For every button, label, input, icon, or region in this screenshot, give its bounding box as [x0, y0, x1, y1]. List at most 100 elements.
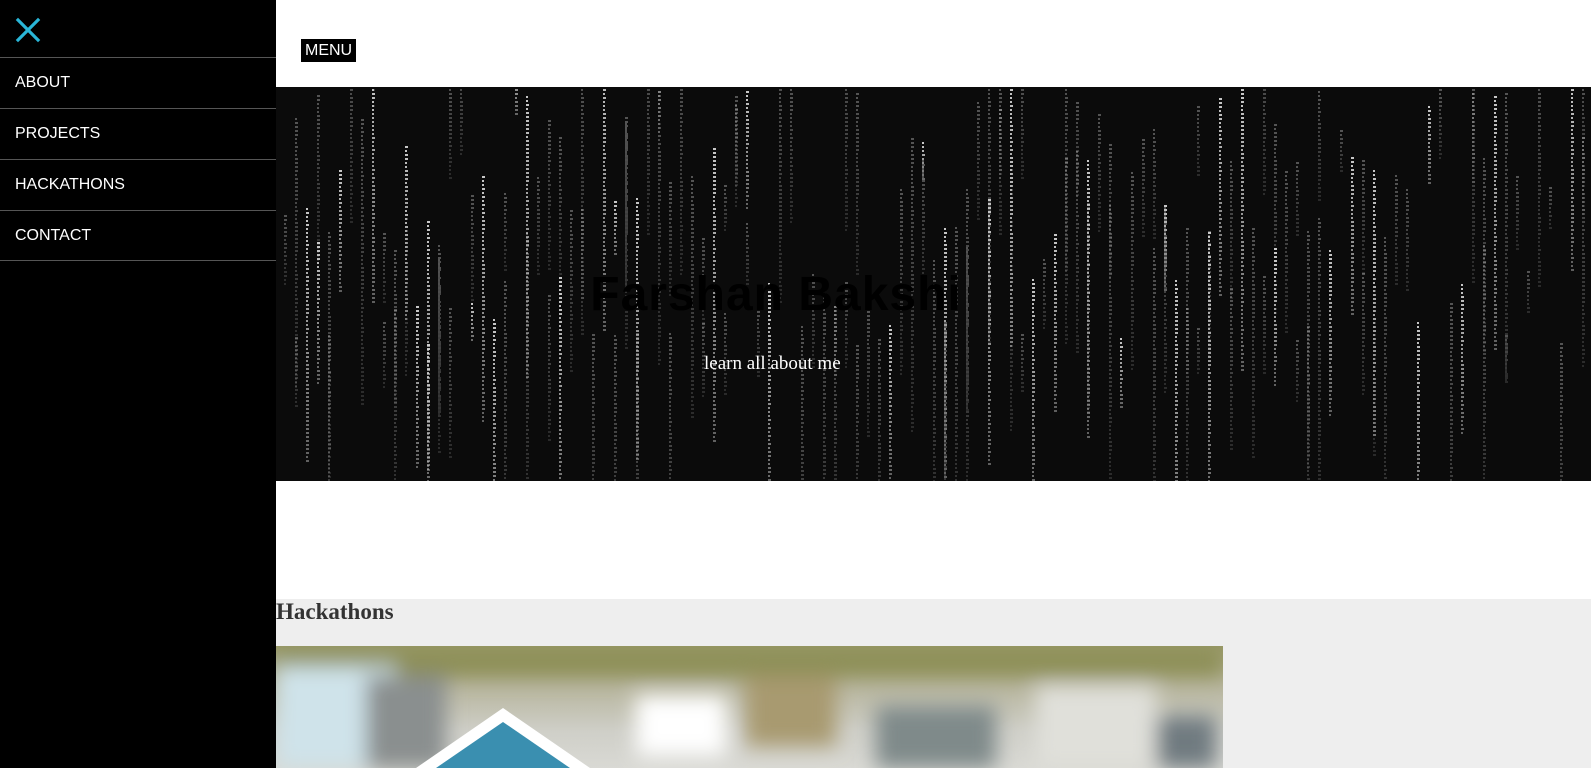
code-streak [1241, 89, 1244, 371]
sidebar: ABOUT PROJECTS HACKATHONS CONTACT [0, 0, 276, 768]
code-streak [306, 208, 309, 462]
code-streak [1197, 328, 1200, 374]
sidebar-nav: ABOUT PROJECTS HACKATHONS CONTACT [0, 57, 276, 261]
code-streak [504, 193, 507, 271]
code-streak [845, 89, 848, 231]
code-streak [537, 177, 540, 275]
code-streak [328, 335, 331, 481]
code-streak [614, 201, 617, 255]
code-streak [548, 120, 551, 270]
code-streak [1516, 176, 1519, 250]
code-streak [1340, 130, 1343, 172]
code-streak [1362, 160, 1365, 274]
sidebar-item-hackathons[interactable]: HACKATHONS [0, 159, 276, 210]
code-streak [1186, 228, 1189, 481]
sidebar-item-about[interactable]: ABOUT [0, 57, 276, 108]
code-streak [801, 326, 804, 480]
code-streak [1120, 338, 1123, 408]
code-streak [647, 89, 650, 235]
sidebar-item-projects[interactable]: PROJECTS [0, 108, 276, 159]
code-streak [372, 89, 375, 111]
code-streak [1142, 139, 1145, 237]
menu-button[interactable]: MENU [301, 39, 357, 62]
code-streak [1384, 237, 1387, 479]
code-streak [1483, 245, 1486, 479]
code-streak [680, 89, 683, 275]
code-streak [317, 95, 320, 261]
hackathon-photo [276, 646, 1223, 768]
code-streak [669, 333, 672, 479]
code-streak [1153, 129, 1156, 239]
code-streak [1109, 205, 1112, 479]
code-streak [1527, 271, 1530, 313]
code-streak [856, 93, 859, 275]
code-streak [361, 119, 364, 405]
code-streak [1318, 218, 1321, 480]
code-streak [1076, 102, 1079, 196]
hero-title: Farshan Bakshi [590, 268, 962, 321]
code-streak [1549, 187, 1552, 229]
close-menu-button[interactable] [14, 16, 42, 44]
code-streak [1241, 89, 1244, 135]
code-streak [493, 319, 496, 481]
code-streak [1406, 189, 1409, 291]
code-streak [449, 308, 452, 458]
hackathon-image[interactable] [276, 646, 1223, 768]
code-streak [944, 228, 947, 478]
code-streak [889, 325, 892, 479]
code-streak [416, 306, 419, 468]
code-streak [1428, 106, 1431, 184]
code-streak [1450, 303, 1453, 481]
code-streak [1318, 91, 1321, 201]
code-streak [614, 335, 617, 481]
code-streak [449, 89, 452, 179]
code-streak [1252, 228, 1255, 458]
code-streak [955, 227, 958, 481]
code-streak [427, 344, 430, 481]
code-streak [1263, 89, 1266, 195]
code-streak [867, 311, 870, 437]
code-streak [1373, 246, 1376, 456]
code-streak [1461, 284, 1464, 434]
code-streak [834, 306, 837, 480]
code-streak [746, 91, 749, 209]
code-streak [856, 345, 859, 479]
code-streak [1494, 96, 1497, 350]
code-streak [460, 89, 463, 155]
code-streak [515, 89, 518, 115]
hackathons-section: Hackathons [276, 599, 1591, 768]
code-streak [1362, 273, 1365, 395]
code-streak [1560, 343, 1563, 481]
code-streak [636, 198, 639, 460]
code-streak [592, 334, 595, 480]
learn-more-link[interactable]: learn all about me [704, 353, 841, 375]
code-streak [1571, 89, 1574, 271]
code-streak [658, 91, 661, 133]
code-streak [724, 185, 727, 231]
code-streak [1439, 89, 1442, 159]
code-streak [350, 89, 353, 223]
code-streak [383, 322, 386, 388]
code-streak [1351, 157, 1354, 315]
code-streak [1296, 340, 1299, 402]
code-streak [790, 89, 793, 223]
code-streak [878, 339, 881, 481]
hero-banner: Farshan Bakshi learn all about me [276, 87, 1591, 481]
code-streak [977, 102, 980, 220]
code-streak [1197, 106, 1200, 176]
close-icon [15, 17, 41, 43]
code-streak [1296, 162, 1299, 236]
code-streak [1285, 171, 1288, 333]
code-streak [1417, 322, 1420, 480]
code-streak [1395, 175, 1398, 285]
sidebar-item-contact[interactable]: CONTACT [0, 210, 276, 261]
section-title: Hackathons [276, 599, 394, 624]
code-streak [1054, 234, 1057, 412]
code-streak [1329, 250, 1332, 416]
code-streak [1021, 89, 1024, 179]
code-streak [1472, 89, 1475, 283]
code-streak [1021, 334, 1024, 392]
code-streak [1076, 151, 1079, 353]
code-streak [1098, 114, 1101, 232]
code-streak [999, 89, 1002, 235]
